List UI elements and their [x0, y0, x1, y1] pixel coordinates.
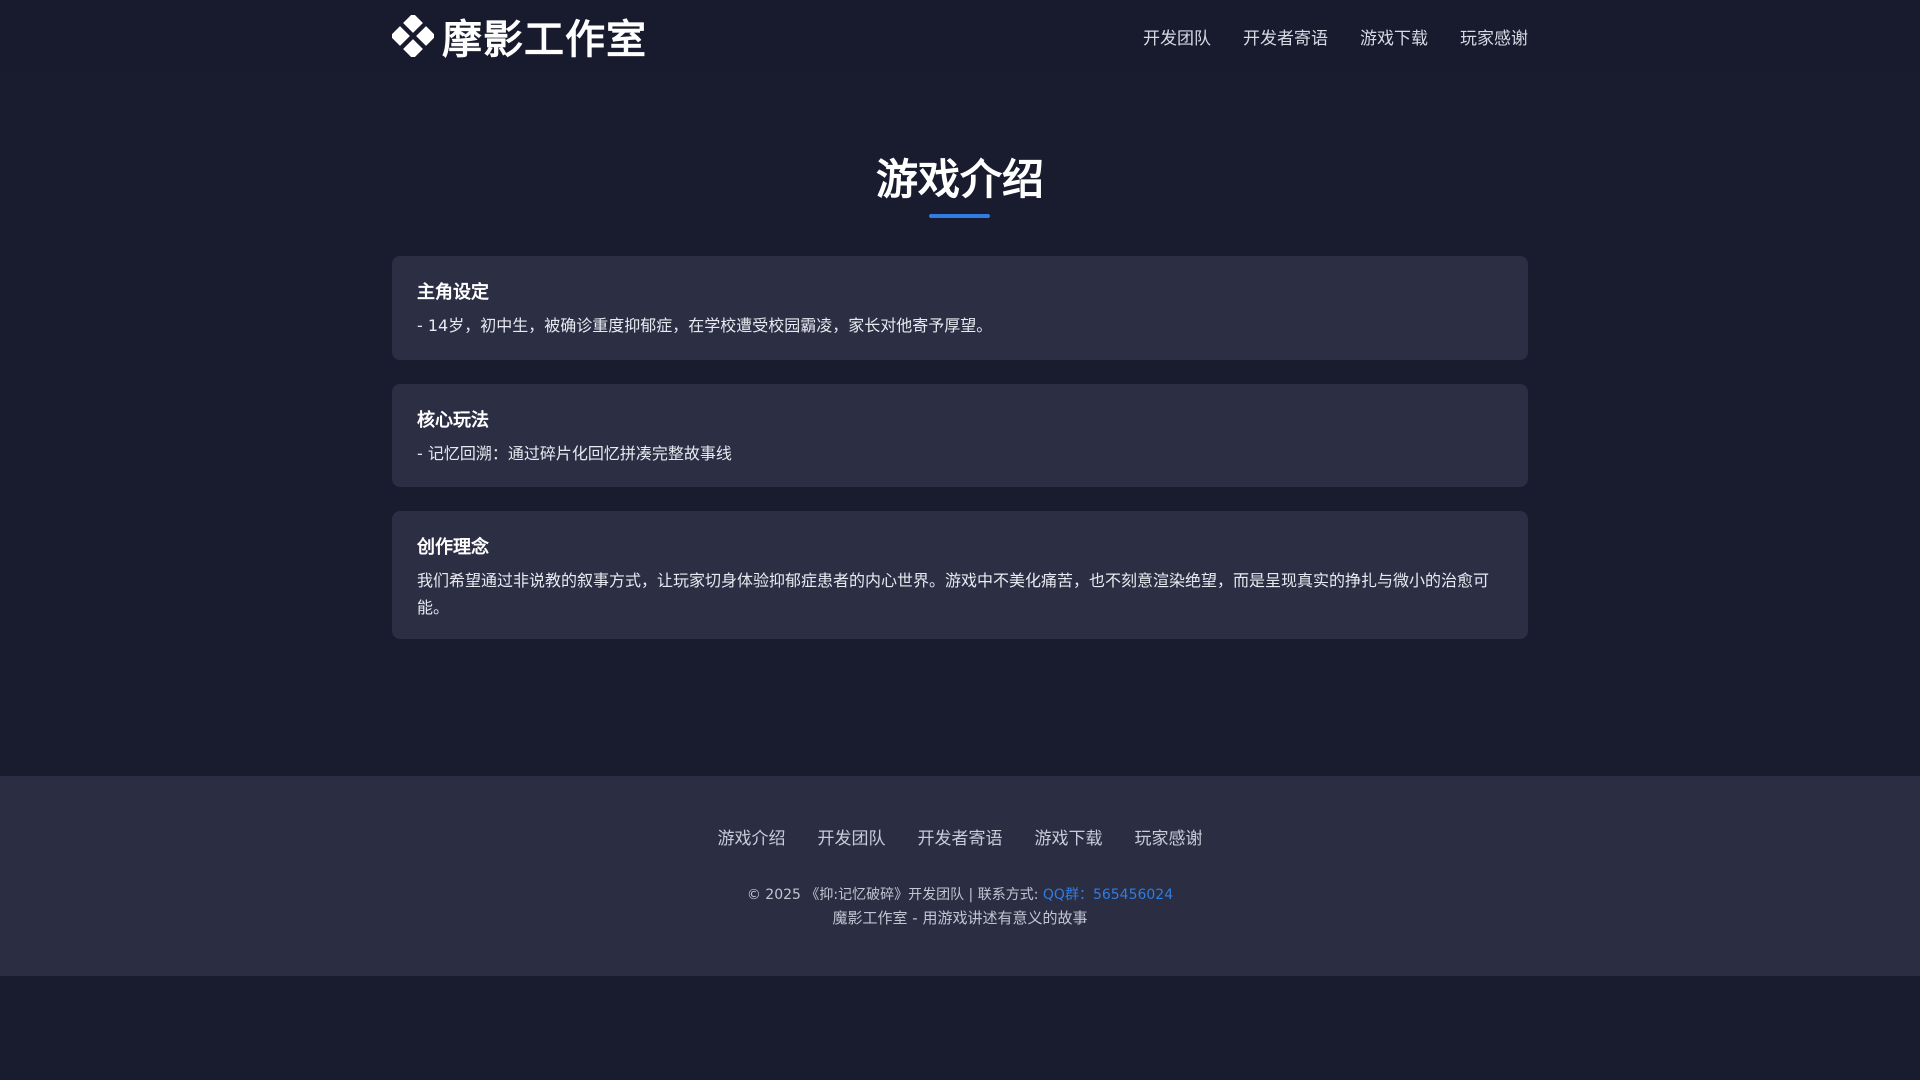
footer-link-thanks[interactable]: 玩家感谢	[1135, 824, 1203, 849]
card-protagonist: 主角设定 - 14岁，初中生，被确诊重度抑郁症，在学校遭受校园霸凌，家长对他寄予…	[392, 256, 1528, 360]
nav-link-developer-message[interactable]: 开发者寄语	[1243, 24, 1328, 49]
title-underline	[929, 214, 990, 218]
nav-link-thanks[interactable]: 玩家感谢	[1460, 24, 1528, 49]
footer-nav: 游戏介绍 开发团队 开发者寄语 游戏下载 玩家感谢	[0, 824, 1920, 849]
footer-link-developer-message[interactable]: 开发者寄语	[918, 824, 1003, 849]
qq-group-link[interactable]: QQ群：565456024	[1043, 887, 1173, 903]
header-nav: 开发团队 开发者寄语 游戏下载 玩家感谢	[1111, 24, 1528, 49]
card-body: 我们希望通过非说教的叙事方式，让玩家切身体验抑郁症患者的内心世界。游戏中不美化痛…	[417, 571, 1490, 617]
section-title: 游戏介绍	[875, 155, 1044, 204]
nav-link-download[interactable]: 游戏下载	[1360, 24, 1428, 49]
site-header: 摩影工作室 开发团队 开发者寄语 游戏下载 玩家感谢	[0, 0, 1920, 72]
card-body: - 记忆回溯：通过碎片化回忆拼凑完整故事线	[417, 444, 732, 463]
diamond-logo-icon	[392, 15, 434, 57]
page: 摩影工作室 开发团队 开发者寄语 游戏下载 玩家感谢 游戏介绍 主角设定 - 1…	[0, 0, 1920, 1080]
footer-link-download[interactable]: 游戏下载	[1035, 824, 1103, 849]
card-heading: 主角设定	[417, 282, 489, 303]
card-heading: 核心玩法	[417, 410, 489, 431]
site-footer: 游戏介绍 开发团队 开发者寄语 游戏下载 玩家感谢 © 2025 《抑:记忆破碎…	[0, 776, 1920, 976]
logo-text: 摩影工作室	[442, 16, 647, 63]
footer-link-intro[interactable]: 游戏介绍	[718, 824, 786, 849]
card-body: - 14岁，初中生，被确诊重度抑郁症，在学校遭受校园霸凌，家长对他寄予厚望。	[417, 316, 993, 335]
nav-link-team[interactable]: 开发团队	[1143, 24, 1211, 49]
card-heading: 创作理念	[417, 537, 489, 558]
footer-slogan: 魔影工作室 - 用游戏讲述有意义的故事	[832, 909, 1088, 927]
header-inner: 摩影工作室 开发团队 开发者寄语 游戏下载 玩家感谢	[392, 0, 1528, 72]
card-gameplay: 核心玩法 - 记忆回溯：通过碎片化回忆拼凑完整故事线	[392, 384, 1528, 487]
card-philosophy: 创作理念 我们希望通过非说教的叙事方式，让玩家切身体验抑郁症患者的内心世界。游戏…	[392, 511, 1528, 639]
footer-link-team[interactable]: 开发团队	[818, 824, 886, 849]
copyright-text: © 2025 《抑:记忆破碎》开发团队 | 联系方式:	[746, 887, 1039, 903]
logo[interactable]: 摩影工作室	[392, 0, 647, 72]
footer-copyright: © 2025 《抑:记忆破碎》开发团队 | 联系方式: QQ群：56545602…	[0, 884, 1920, 904]
